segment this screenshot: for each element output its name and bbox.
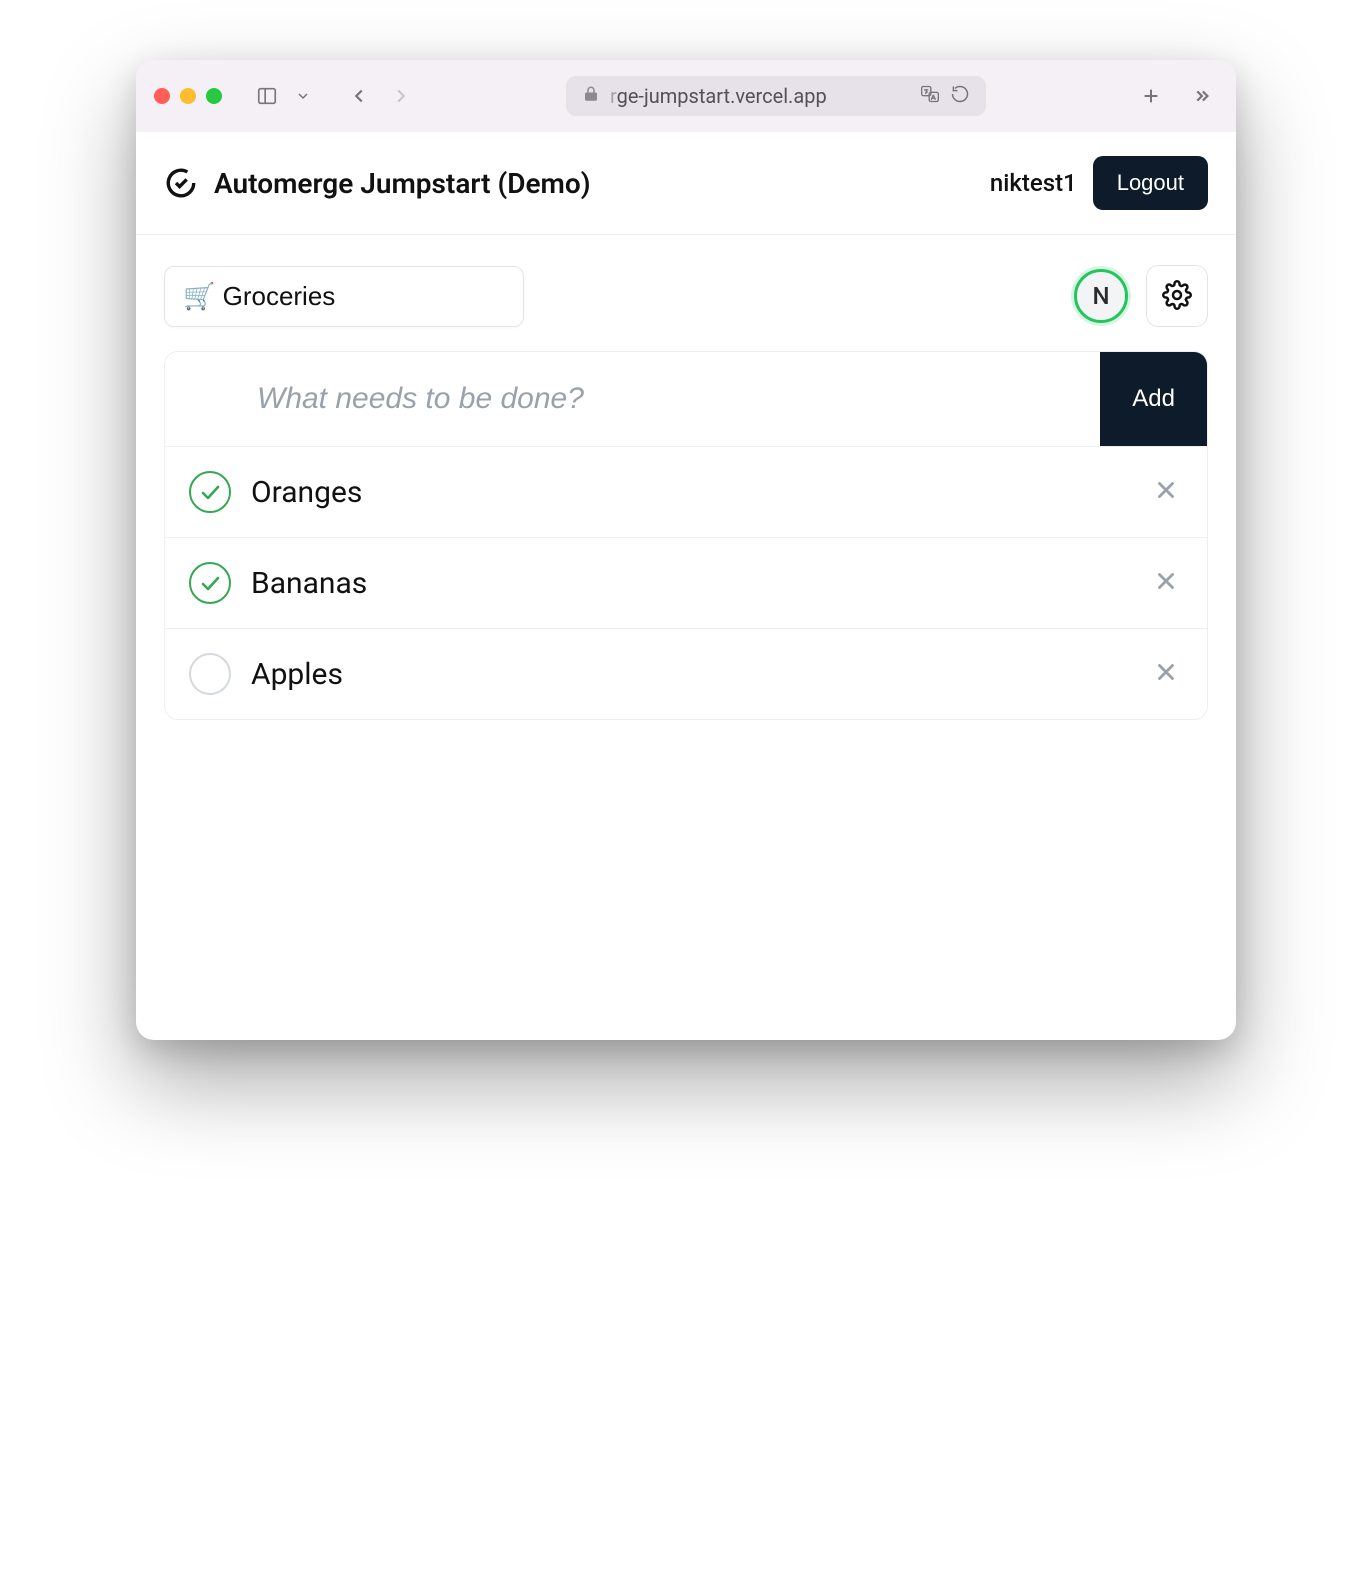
list-name-input[interactable] bbox=[164, 266, 524, 327]
window-minimize-icon[interactable] bbox=[180, 88, 196, 104]
close-icon bbox=[1153, 568, 1179, 598]
overflow-icon[interactable] bbox=[1184, 79, 1218, 113]
todo-checkbox[interactable] bbox=[189, 653, 231, 695]
gear-icon bbox=[1162, 280, 1192, 313]
todo-list: Oranges Bananas Apples bbox=[165, 447, 1207, 719]
add-todo-button[interactable]: Add bbox=[1100, 352, 1207, 446]
delete-todo-button[interactable] bbox=[1149, 475, 1183, 509]
todo-label[interactable]: Apples bbox=[251, 657, 1129, 692]
delete-todo-button[interactable] bbox=[1149, 566, 1183, 600]
url-text: rge-jumpstart.vercel.app bbox=[610, 84, 827, 108]
avatar[interactable]: N bbox=[1074, 269, 1128, 323]
chevron-down-icon[interactable] bbox=[286, 79, 320, 113]
browser-window: rge-jumpstart.vercel.app bbox=[136, 60, 1236, 1040]
app-logo-icon bbox=[164, 166, 198, 200]
todo-label[interactable]: Bananas bbox=[251, 566, 1129, 601]
translate-icon[interactable] bbox=[920, 84, 940, 109]
address-bar[interactable]: rge-jumpstart.vercel.app bbox=[566, 76, 986, 116]
reload-icon[interactable] bbox=[950, 84, 970, 109]
todo-row: Oranges bbox=[165, 447, 1207, 538]
window-zoom-icon[interactable] bbox=[206, 88, 222, 104]
todo-label[interactable]: Oranges bbox=[251, 475, 1129, 510]
nav-back-icon[interactable] bbox=[342, 79, 376, 113]
app-title: Automerge Jumpstart (Demo) bbox=[214, 167, 591, 200]
settings-button[interactable] bbox=[1146, 265, 1208, 327]
todo-checkbox[interactable] bbox=[189, 562, 231, 604]
nav-forward-icon bbox=[384, 79, 418, 113]
new-todo-input[interactable] bbox=[257, 352, 1100, 446]
sidebar-toggle-icon[interactable] bbox=[250, 79, 284, 113]
current-user: niktest1 bbox=[990, 169, 1077, 197]
new-tab-icon[interactable] bbox=[1134, 79, 1168, 113]
close-icon bbox=[1153, 659, 1179, 689]
window-controls bbox=[154, 88, 222, 104]
lock-icon bbox=[582, 84, 600, 108]
todo-checkbox[interactable] bbox=[189, 471, 231, 513]
todo-card: Add Oranges Bananas Apples bbox=[164, 351, 1208, 720]
app-header: Automerge Jumpstart (Demo) niktest1 Logo… bbox=[136, 132, 1236, 235]
window-close-icon[interactable] bbox=[154, 88, 170, 104]
todo-row: Bananas bbox=[165, 538, 1207, 629]
list-toolbar: N bbox=[136, 235, 1236, 351]
logout-button[interactable]: Logout bbox=[1093, 156, 1208, 210]
browser-chrome: rge-jumpstart.vercel.app bbox=[136, 60, 1236, 132]
new-todo-row: Add bbox=[165, 352, 1207, 447]
close-icon bbox=[1153, 477, 1179, 507]
delete-todo-button[interactable] bbox=[1149, 657, 1183, 691]
todo-row: Apples bbox=[165, 629, 1207, 719]
